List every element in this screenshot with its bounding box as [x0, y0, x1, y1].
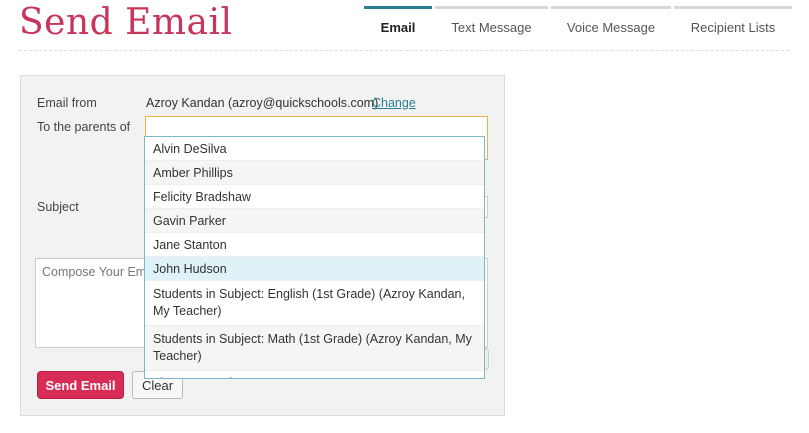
- from-value: Azroy Kandan (azroy@quickschools.com): [146, 96, 379, 110]
- dropdown-item[interactable]: List: Azroy's List: [145, 371, 484, 378]
- dropdown-item[interactable]: Students in Subject: English (1st Grade)…: [145, 281, 484, 326]
- dropdown-item[interactable]: John Hudson: [145, 257, 484, 281]
- dropdown-item[interactable]: Jane Stanton: [145, 233, 484, 257]
- dropdown-item[interactable]: Students in Subject: Math (1st Grade) (A…: [145, 326, 484, 371]
- page-title: Send Email: [19, 2, 233, 43]
- dropdown-item[interactable]: Felicity Bradshaw: [145, 185, 484, 209]
- to-label: To the parents of: [37, 120, 131, 134]
- recipients-dropdown[interactable]: Alvin DeSilva Amber Phillips Felicity Br…: [144, 136, 485, 379]
- send-email-button[interactable]: Send Email: [37, 371, 124, 399]
- from-label: Email from: [37, 96, 97, 110]
- tab-voice-message[interactable]: Voice Message: [551, 6, 671, 46]
- tab-email[interactable]: Email: [364, 6, 432, 46]
- dropdown-item[interactable]: Amber Phillips: [145, 161, 484, 185]
- tab-text-message[interactable]: Text Message: [435, 6, 548, 46]
- dropdown-item[interactable]: Gavin Parker: [145, 209, 484, 233]
- tab-bar: Email Text Message Voice Message Recipie…: [364, 6, 792, 46]
- tab-recipient-lists[interactable]: Recipient Lists: [674, 6, 792, 46]
- dropdown-item[interactable]: Alvin DeSilva: [145, 137, 484, 161]
- header-divider: [19, 50, 789, 51]
- change-sender-link[interactable]: Change: [372, 96, 416, 110]
- subject-label: Subject: [37, 200, 79, 214]
